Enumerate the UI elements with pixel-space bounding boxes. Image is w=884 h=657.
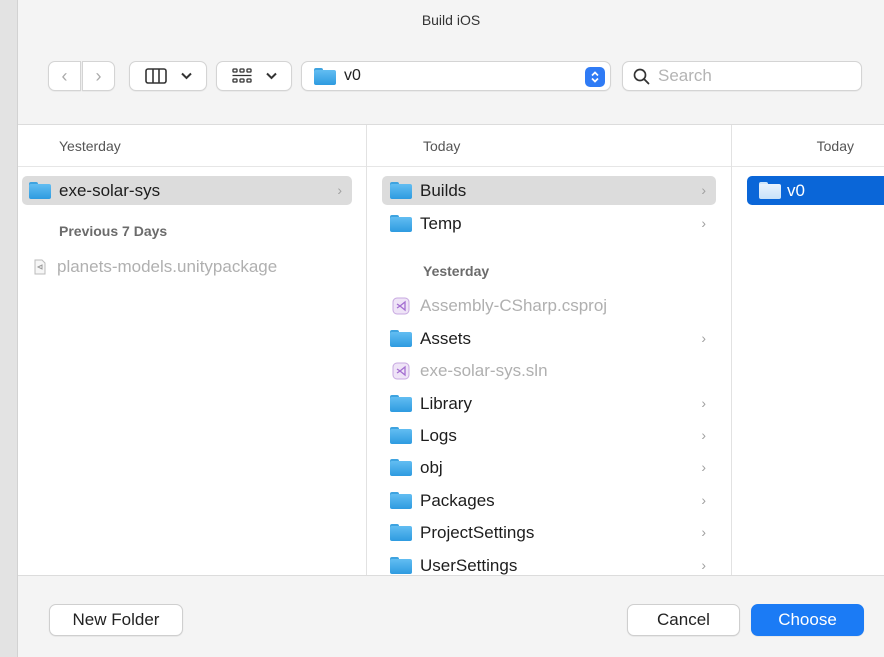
folder-icon — [390, 330, 412, 347]
list-item-v0[interactable]: v0 — [747, 176, 884, 205]
search-icon — [633, 68, 650, 84]
visual-studio-icon — [392, 297, 410, 314]
list-item-builds[interactable]: Builds › — [382, 176, 716, 205]
list-item-assembly-csharp: Assembly-CSharp.csproj — [382, 291, 716, 320]
disclosure-chevron-icon: › — [701, 330, 706, 346]
folder-icon — [314, 67, 336, 85]
folder-icon — [390, 215, 412, 232]
location-popup[interactable]: v0 — [301, 61, 611, 91]
disclosure-chevron-icon: › — [701, 492, 706, 508]
folder-icon — [759, 182, 781, 199]
forward-button[interactable]: › — [82, 61, 115, 91]
popup-stepper-icon — [585, 67, 605, 87]
visual-studio-icon — [392, 362, 410, 379]
list-item-planets-models: planets-models.unitypackage — [22, 252, 352, 281]
file-browser: Yesterday exe-solar-sys › Previous 7 Day… — [18, 124, 884, 576]
folder-icon — [390, 557, 412, 574]
folder-icon — [390, 492, 412, 509]
unity-package-icon — [34, 259, 46, 274]
list-item-projectsettings[interactable]: ProjectSettings › — [382, 518, 716, 547]
list-item-usersettings[interactable]: UserSettings › — [382, 551, 716, 575]
choose-button[interactable]: Choose — [751, 604, 864, 636]
folder-icon — [390, 524, 412, 541]
disclosure-chevron-icon: › — [701, 427, 706, 443]
column-3: Today v0 — [732, 125, 884, 575]
grid-icon — [231, 68, 252, 83]
build-ios-dialog: Build iOS ‹ › v0 Search Yesterday exe-so… — [18, 0, 884, 657]
list-item-packages[interactable]: Packages › — [382, 486, 716, 515]
chevron-left-icon: ‹ — [61, 66, 68, 86]
disclosure-chevron-icon: › — [337, 182, 342, 198]
folder-icon — [390, 395, 412, 412]
list-item-library[interactable]: Library › — [382, 389, 716, 418]
list-item-temp[interactable]: Temp › — [382, 209, 716, 238]
disclosure-chevron-icon: › — [701, 215, 706, 231]
search-placeholder: Search — [658, 66, 712, 85]
cancel-button[interactable]: Cancel — [627, 604, 740, 636]
disclosure-chevron-icon: › — [701, 395, 706, 411]
list-item-obj[interactable]: obj › — [382, 453, 716, 482]
disclosure-chevron-icon: › — [701, 557, 706, 573]
chevron-down-icon — [265, 72, 277, 80]
column-header: Today — [732, 125, 884, 167]
list-item-exe-solar-sys[interactable]: exe-solar-sys › — [22, 176, 352, 205]
column-view-button[interactable] — [129, 61, 207, 91]
group-by-button[interactable] — [216, 61, 292, 91]
folder-icon — [390, 427, 412, 444]
new-folder-button[interactable]: New Folder — [49, 604, 183, 636]
column-1: Yesterday exe-solar-sys › Previous 7 Day… — [18, 125, 367, 575]
window-edge — [0, 0, 18, 657]
list-item-logs[interactable]: Logs › — [382, 421, 716, 450]
section-label: Yesterday — [423, 263, 490, 279]
chevron-right-icon: › — [95, 66, 102, 86]
folder-icon — [390, 459, 412, 476]
section-label: Previous 7 Days — [59, 223, 168, 239]
dialog-title: Build iOS — [421, 12, 481, 28]
list-item-exe-solar-sys-sln: exe-solar-sys.sln — [382, 356, 716, 385]
back-button[interactable]: ‹ — [48, 61, 81, 91]
disclosure-chevron-icon: › — [701, 459, 706, 475]
folder-icon — [390, 182, 412, 199]
chevron-down-icon — [180, 72, 192, 80]
search-field[interactable]: Search — [622, 61, 862, 91]
columns-icon — [144, 68, 167, 84]
column-2: Today Builds › Temp › Yesterday Assembly… — [367, 125, 732, 575]
disclosure-chevron-icon: › — [701, 524, 706, 540]
column-header: Yesterday — [18, 125, 366, 167]
disclosure-chevron-icon: › — [701, 182, 706, 198]
location-label: v0 — [344, 67, 361, 84]
folder-icon — [29, 182, 51, 199]
column-header: Today — [367, 125, 731, 167]
list-item-assets[interactable]: Assets › — [382, 324, 716, 353]
